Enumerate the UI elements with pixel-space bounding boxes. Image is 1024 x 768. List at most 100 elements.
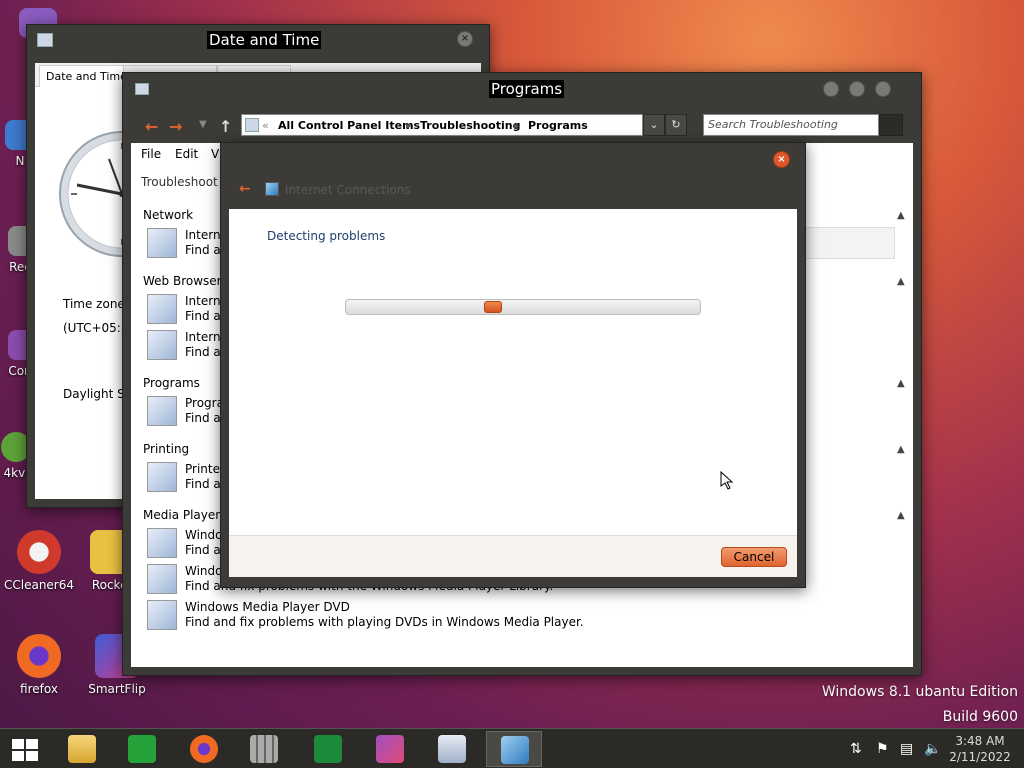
media-player-settings-icon bbox=[147, 528, 177, 558]
back-arrow-icon[interactable]: ← bbox=[239, 181, 251, 197]
taskbar-chart-app[interactable] bbox=[300, 731, 356, 767]
maximize-button[interactable] bbox=[849, 81, 865, 97]
item-title: Printer bbox=[185, 462, 225, 476]
taskbar-paint-app[interactable] bbox=[362, 731, 418, 767]
dialog-body: Detecting problems bbox=[229, 209, 797, 535]
date-time-titlebar[interactable]: Date and Time × bbox=[27, 25, 489, 55]
mouse-cursor-icon bbox=[720, 471, 734, 490]
network-arrows-icon[interactable]: ⇅ bbox=[850, 741, 862, 757]
firefox-icon bbox=[190, 735, 218, 763]
store-icon bbox=[128, 735, 156, 763]
breadcrumb-separator: ▸ bbox=[406, 119, 412, 132]
flag-icon[interactable]: ⚑ bbox=[876, 741, 889, 757]
breadcrumb-programs[interactable]: Programs bbox=[528, 119, 588, 132]
taskbar-troubleshooter[interactable] bbox=[486, 731, 542, 767]
volume-muted-icon[interactable]: 🔈 bbox=[924, 741, 941, 757]
chart-icon bbox=[314, 735, 342, 763]
back-arrow-icon[interactable]: ← bbox=[145, 117, 158, 136]
internet-security-icon bbox=[147, 330, 177, 360]
desktop-icon-firefox[interactable]: firefox bbox=[0, 634, 79, 696]
refresh-icon[interactable]: ↻ bbox=[665, 114, 687, 136]
group-programs: Programs bbox=[143, 376, 200, 390]
item-title: Windo bbox=[185, 528, 223, 542]
time-zone-label: Time zone bbox=[63, 297, 125, 311]
watermark-edition: Windows 8.1 ubantu Edition bbox=[821, 684, 1018, 700]
recent-chevron-icon[interactable]: ▼ bbox=[199, 119, 207, 130]
dvd-icon bbox=[147, 600, 177, 630]
clock-date: 2/11/2022 bbox=[949, 750, 1011, 764]
desktop-icon-label: CCleaner64 bbox=[3, 578, 75, 592]
group-web-browser: Web Browser bbox=[143, 274, 222, 288]
troubleshooter-dialog: × ← Internet Connections Detecting probl… bbox=[220, 142, 806, 588]
windows-logo-icon bbox=[12, 739, 38, 761]
dialog-footer: Cancel bbox=[229, 535, 797, 577]
group-network: Network bbox=[143, 208, 194, 222]
item-title: Windo bbox=[185, 564, 223, 578]
breadcrumb-control-panel[interactable]: All Control Panel Items bbox=[278, 119, 420, 132]
breadcrumb-separator: ▸ bbox=[514, 119, 520, 132]
control-panel-icon bbox=[135, 83, 149, 95]
network-status-icon[interactable]: ▤ bbox=[900, 741, 913, 757]
firefox-icon bbox=[17, 634, 61, 678]
minimize-button[interactable] bbox=[823, 81, 839, 97]
tab-date-and-time[interactable]: Date and Time bbox=[39, 65, 134, 87]
control-panel-icon bbox=[245, 118, 259, 132]
clock[interactable]: 3:48 AM 2/11/2022 bbox=[944, 733, 1016, 765]
taskbar-firefox[interactable] bbox=[176, 731, 232, 767]
taskbar-store[interactable] bbox=[114, 731, 170, 767]
status-text: Detecting problems bbox=[267, 229, 386, 243]
collapse-chevron-icon[interactable]: ▲ bbox=[897, 210, 905, 221]
collapse-chevron-icon[interactable]: ▲ bbox=[897, 378, 905, 389]
dialog-header: ← Internet Connections bbox=[229, 171, 797, 209]
folder-icon bbox=[68, 735, 96, 763]
item-title: Progra bbox=[185, 396, 224, 410]
settings-icon bbox=[37, 33, 53, 47]
taskbar: ⇅ ⚑ ▤ 🔈 3:48 AM 2/11/2022 bbox=[0, 728, 1024, 768]
item-title: Windows Media Player DVD bbox=[185, 600, 350, 614]
item-desc: Find and fix problems with playing DVDs … bbox=[185, 615, 584, 629]
desktop-icon-ccleaner[interactable]: CCleaner64 bbox=[0, 530, 79, 592]
list-item[interactable]: Windows Media Player DVD Find and fix pr… bbox=[147, 599, 847, 633]
forward-arrow-icon[interactable]: → bbox=[169, 117, 182, 136]
troubleshoot-heading: Troubleshoot p bbox=[141, 175, 230, 189]
address-bar[interactable]: « All Control Panel Items ▸ Troubleshoot… bbox=[241, 114, 643, 136]
ccleaner-icon bbox=[17, 530, 61, 574]
progress-bar bbox=[345, 299, 701, 315]
menu-file[interactable]: File bbox=[141, 147, 161, 161]
taskbar-file-explorer[interactable] bbox=[54, 731, 110, 767]
dialog-title: Internet Connections bbox=[285, 183, 411, 197]
window-title: Date and Time bbox=[207, 31, 322, 49]
address-dropdown-icon[interactable]: ⌄ bbox=[643, 114, 665, 136]
close-button[interactable]: × bbox=[773, 151, 790, 168]
menu-edit[interactable]: Edit bbox=[175, 147, 198, 161]
cancel-button[interactable]: Cancel bbox=[721, 547, 787, 567]
internet-connections-icon bbox=[501, 736, 529, 764]
start-button[interactable] bbox=[0, 731, 56, 767]
breadcrumb-troubleshooting[interactable]: Troubleshooting bbox=[420, 119, 520, 132]
search-input[interactable]: Search Troubleshooting bbox=[703, 114, 879, 136]
program-compatibility-icon bbox=[147, 396, 177, 426]
internet-connections-icon bbox=[147, 228, 177, 258]
desktop-icon-label: SmartFlip bbox=[88, 682, 146, 696]
grid-app-icon bbox=[250, 735, 278, 763]
up-arrow-icon[interactable]: ↑ bbox=[219, 117, 232, 136]
search-icon[interactable] bbox=[879, 114, 903, 136]
collapse-chevron-icon[interactable]: ▲ bbox=[897, 510, 905, 521]
calendar-clock-icon bbox=[438, 735, 466, 763]
internet-explorer-icon bbox=[147, 294, 177, 324]
collapse-chevron-icon[interactable]: ▲ bbox=[897, 444, 905, 455]
paint-icon bbox=[376, 735, 404, 763]
programs-titlebar[interactable]: Programs bbox=[123, 73, 921, 103]
breadcrumb-overflow[interactable]: « bbox=[262, 119, 269, 132]
watermark-build: Build 9600 bbox=[942, 709, 1018, 725]
internet-connections-icon bbox=[265, 182, 279, 196]
close-button[interactable]: × bbox=[457, 31, 473, 47]
progress-marquee bbox=[484, 301, 502, 313]
desktop-icon-label: firefox bbox=[20, 682, 58, 696]
collapse-chevron-icon[interactable]: ▲ bbox=[897, 276, 905, 287]
taskbar-calendar[interactable] bbox=[424, 731, 480, 767]
close-button[interactable] bbox=[875, 81, 891, 97]
printer-icon bbox=[147, 462, 177, 492]
taskbar-app[interactable] bbox=[236, 731, 292, 767]
media-library-icon bbox=[147, 564, 177, 594]
